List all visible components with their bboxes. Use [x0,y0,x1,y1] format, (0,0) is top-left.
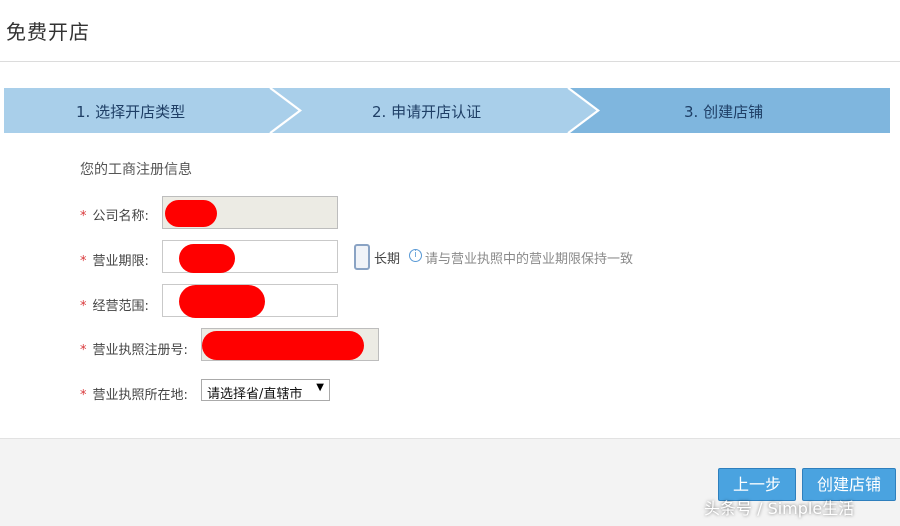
business-term-hint: 请与营业执照中的营业期限保持一致 [425,252,634,267]
company-name-field [162,196,338,229]
redaction-mark [165,200,217,227]
required-mark: * [80,388,87,403]
required-mark: * [80,254,87,269]
page-title: 免费开店 [6,20,90,44]
company-name-label: 公司名称: [92,209,149,224]
license-number-field [201,328,379,361]
province-select[interactable]: 请选择省/直辖市 ▼ [201,379,330,402]
watermark: 头条号 / Simple生活 [704,499,855,518]
business-scope-input[interactable] [162,284,338,318]
business-term-input[interactable] [162,240,338,273]
info-icon: i [409,249,422,262]
required-mark: * [80,299,87,314]
redaction-mark [179,244,235,273]
progress-steps: 1. 选择开店类型 2. 申请开店认证 3. 创建店铺 [4,88,890,133]
page-header: 免费开店 [0,0,900,62]
business-term-label: 营业期限: [92,254,149,269]
long-term-label: 长期 [374,252,401,267]
license-location-label: 营业执照所在地: [92,388,188,403]
license-number-label: 营业执照注册号: [92,343,188,358]
required-mark: * [80,343,87,358]
long-term-checkbox[interactable] [354,244,370,270]
province-select-value: 请选择省/直辖市 [207,387,303,402]
step-1-label: 1. 选择开店类型 [76,103,186,121]
section-title: 您的工商注册信息 [80,162,192,178]
required-mark: * [80,209,87,224]
step-3-label: 3. 创建店铺 [684,103,764,121]
business-scope-label: 经营范围: [92,299,149,314]
redaction-mark [202,331,364,360]
step-2-label: 2. 申请开店认证 [372,103,482,121]
dropdown-arrow-icon: ▼ [316,382,324,393]
redaction-mark [179,285,265,318]
